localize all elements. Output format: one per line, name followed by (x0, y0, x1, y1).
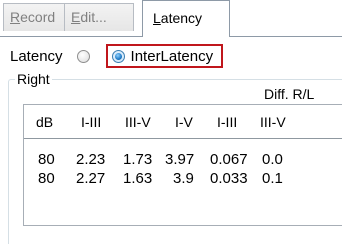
tab-record-accel: R (10, 9, 21, 25)
latency-table: dB I-III III-V I-V I-III III-V 80 2.23 1… (23, 104, 342, 226)
cell-diff-iii-v: 0.0 (262, 151, 283, 168)
radio-option-latency[interactable]: Latency (10, 48, 90, 65)
tab-edit[interactable]: Edit... (64, 3, 134, 31)
radio-interlatency[interactable] (111, 49, 125, 63)
groupbox-legend-right: Right (15, 70, 52, 88)
radio-option-interlatency[interactable]: InterLatency (105, 44, 224, 68)
column-header-i-v: I-V (175, 114, 193, 130)
cell-iii-v: 1.63 (123, 170, 153, 187)
cell-diff-iii-v: 0.1 (262, 170, 283, 187)
tab-strip: Record Edit... Latency (0, 0, 342, 37)
column-header-iii-v: III-V (125, 114, 151, 130)
cell-diff-i-iii: 0.067 (210, 151, 248, 168)
tab-latency-accel: L (153, 10, 161, 26)
tab-edit-accel: E (71, 9, 81, 25)
cell-i-iii: 2.27 (76, 170, 106, 187)
cell-diff-i-iii: 0.033 (210, 170, 248, 187)
column-header-diff-iii-v: III-V (260, 114, 286, 130)
cell-i-v: 3.9 (173, 170, 194, 187)
header-divider (24, 138, 342, 139)
tab-edit-label: dit... (80, 9, 107, 25)
cell-db: 80 (38, 151, 55, 168)
column-header-db: dB (36, 114, 54, 130)
mode-radio-group: Latency InterLatency (10, 43, 224, 69)
tab-latency-label: atency (160, 10, 203, 26)
radio-latency[interactable] (76, 49, 90, 63)
latency-panel: Latency InterLatency Right Diff. R/L dB … (0, 37, 342, 244)
cell-db: 80 (38, 170, 55, 187)
tab-latency[interactable]: Latency (142, 0, 230, 37)
radio-interlatency-label: InterLatency (130, 47, 214, 65)
column-header-i-iii: I-III (81, 114, 102, 130)
tab-record-label: ecord (20, 9, 56, 25)
cell-iii-v: 1.73 (123, 151, 153, 168)
column-header-diff-i-iii: I-III (217, 114, 238, 130)
cell-i-v: 3.97 (165, 151, 195, 168)
right-groupbox: Right Diff. R/L dB I-III III-V I-V I-III… (8, 70, 342, 244)
radio-latency-label: Latency (10, 47, 63, 65)
tab-record[interactable]: Record (3, 3, 65, 31)
cell-i-iii: 2.23 (76, 151, 106, 168)
diff-rl-label: Diff. R/L (264, 86, 315, 102)
latency-dialog: Record Edit... Latency Latency InterLate… (0, 0, 342, 244)
